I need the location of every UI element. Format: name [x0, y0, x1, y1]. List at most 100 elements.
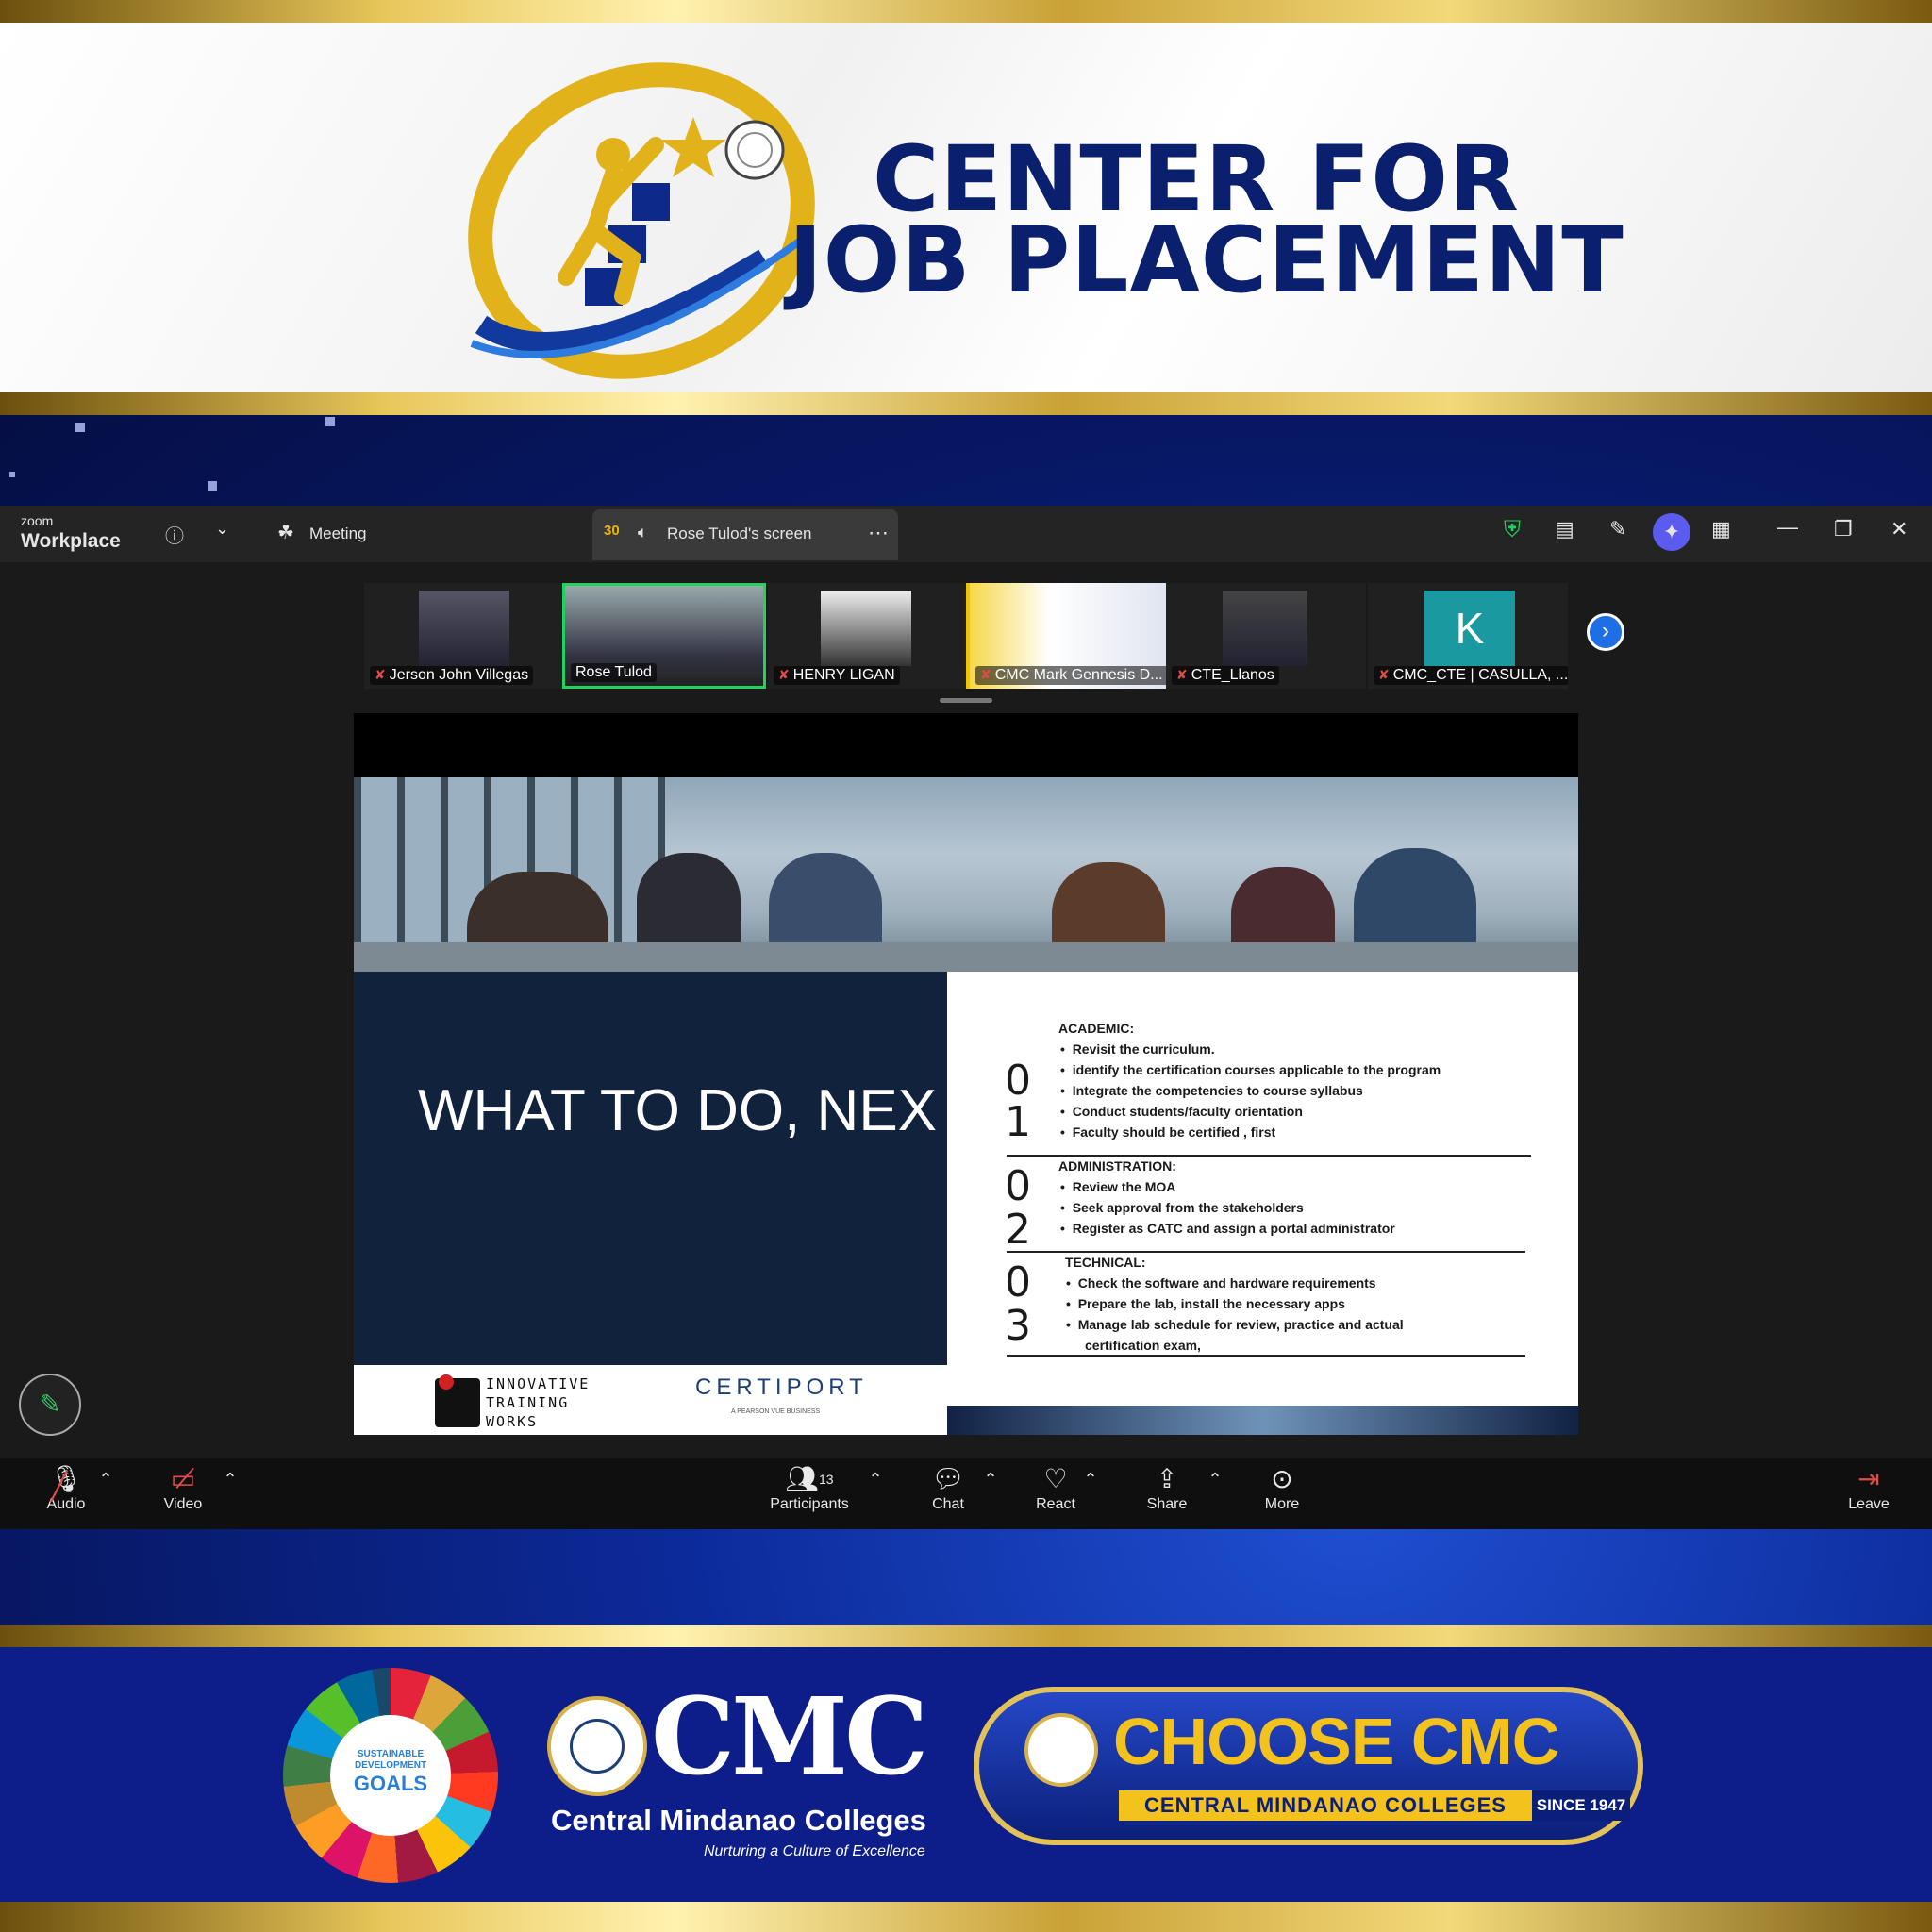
cmc-full-name: Central Mindanao Colleges	[551, 1804, 926, 1837]
mic-muted-icon: ✘	[778, 667, 790, 682]
screen-tab-label: Rose Tulod's screen	[667, 525, 812, 542]
participant-tile[interactable]: ✘ CTE_Llanos	[1166, 583, 1366, 689]
more-button[interactable]: ⊙ More	[1258, 1458, 1306, 1529]
chat-button[interactable]: 💬︎ Chat	[924, 1458, 972, 1529]
choose-cmc-text: CHOOSE CMC	[1113, 1705, 1559, 1778]
cmc-tagline: Nurturing a Culture of Excellence	[704, 1843, 925, 1859]
mic-muted-icon: ✘	[980, 667, 991, 682]
participant-tile[interactable]: ✘ CMC Mark Gennesis D...	[966, 583, 1166, 689]
apps-icon[interactable]: ▦	[1711, 517, 1731, 541]
participant-name: ✘ CTE_Llanos	[1172, 666, 1279, 685]
participant-name: ✘ CMC Mark Gennesis D...	[975, 666, 1166, 685]
header-title-line2: JOB PLACEMENT	[789, 208, 1624, 313]
react-button[interactable]: ♡ React	[1032, 1458, 1079, 1529]
chat-options-chevron-icon[interactable]: ⌃	[981, 1458, 1000, 1529]
section-number-bottom: 3	[1005, 1302, 1031, 1350]
meeting-toolbar: 🎙︎ ╱ Audio ⌃ ▭̸ Video ⌃ 👥︎13 Participants…	[0, 1458, 1932, 1529]
chat-icon: 💬︎	[931, 1464, 965, 1493]
job-placement-logo	[453, 42, 830, 391]
shield-icon[interactable]: ⛨	[1504, 517, 1521, 543]
sparkle-decoration	[208, 481, 217, 491]
section-number-bottom: 1	[1005, 1098, 1031, 1146]
video-button[interactable]: ▭̸ Video	[155, 1458, 211, 1529]
section-number-top: 0	[1005, 1162, 1031, 1210]
bullet-item: • Conduct students/faculty orientation	[1060, 1104, 1303, 1119]
gold-border-footer	[0, 1625, 1932, 1647]
slide-title: WHAT TO DO, NEX	[418, 1078, 938, 1143]
itw-logo-text: INNOVATIVE TRAINING WORKS	[486, 1375, 591, 1430]
bullet-item: • Revisit the curriculum.	[1060, 1041, 1215, 1057]
share-options-chevron-icon[interactable]: ⌃	[1206, 1458, 1224, 1529]
audio-button[interactable]: 🎙︎ ╱ Audio	[38, 1458, 94, 1529]
screen-share-tab[interactable]: 30 🔈︎ Rose Tulod's screen ⋯	[592, 509, 898, 560]
cmc-seal-inner	[570, 1719, 625, 1774]
slide-footer-bar	[947, 1406, 1578, 1435]
bullet-item: • Seek approval from the stakeholders	[1060, 1200, 1304, 1215]
slide-header-photo	[354, 777, 1578, 972]
video-options-chevron-icon[interactable]: ⌃	[221, 1458, 240, 1529]
bullet-item: • Review the MOA	[1060, 1179, 1176, 1194]
info-icon[interactable]: ⓘ	[165, 521, 184, 548]
more-options-icon[interactable]: ⋯	[868, 521, 889, 545]
chevron-down-icon[interactable]: ⌄	[215, 519, 229, 539]
section-divider	[1007, 1355, 1525, 1357]
participant-tile[interactable]: ✘ Jerson John Villegas	[364, 583, 564, 689]
react-options-chevron-icon[interactable]: ⌃	[1081, 1458, 1100, 1529]
bullet-item: • Faculty should be certified , first	[1060, 1124, 1276, 1140]
participant-tile[interactable]: K ✘ CMC_CTE | CASULLA, ...	[1368, 583, 1568, 689]
mic-muted-icon: ✘	[375, 667, 386, 682]
choose-cmc-badge: CHOOSE CMC CENTRAL MINDANAO COLLEGES SIN…	[974, 1687, 1643, 1845]
participant-tile[interactable]: ✘ HENRY LIGAN	[768, 583, 968, 689]
sparkle-decoration	[325, 417, 335, 426]
next-page-icon[interactable]: ›	[1587, 613, 1624, 651]
meeting-icon: ☘	[277, 523, 294, 543]
section-divider	[1007, 1251, 1525, 1253]
certiport-subtitle: A PEARSON VUE BUSINESS	[731, 1408, 821, 1415]
participants-button[interactable]: 👥︎13 Participants	[762, 1458, 857, 1529]
participants-options-chevron-icon[interactable]: ⌃	[866, 1458, 885, 1529]
participant-name: ✘ CMC_CTE | CASULLA, ...	[1374, 666, 1568, 685]
itw-logo-dot	[439, 1374, 454, 1390]
pencil-icon[interactable]: ✎	[1609, 517, 1626, 541]
participant-name: ✘ Jerson John Villegas	[370, 666, 534, 685]
resize-handle[interactable]	[940, 698, 992, 703]
speaker-icon: 🔈︎	[638, 523, 648, 541]
leave-button[interactable]: ⇥ Leave	[1845, 1458, 1892, 1529]
sparkle-decoration	[9, 472, 15, 477]
close-icon[interactable]: ✕	[1890, 517, 1907, 541]
participants-count: 13	[818, 1472, 834, 1487]
mic-muted-icon: ✘	[1378, 667, 1390, 682]
notes-icon[interactable]: ▤	[1555, 517, 1574, 541]
heart-icon: ♡	[1043, 1464, 1068, 1493]
participant-name: ✘ HENRY LIGAN	[774, 666, 900, 685]
participant-tile-active[interactable]: Rose Tulod	[562, 583, 766, 689]
section-number-bottom: 2	[1005, 1206, 1031, 1254]
meeting-label[interactable]: Meeting	[309, 525, 366, 543]
participant-photo	[1223, 591, 1307, 666]
bullet-item: • identify the certification courses app…	[1060, 1062, 1441, 1077]
bullet-item: • Register as CATC and assign a portal a…	[1060, 1221, 1395, 1236]
zoom-title-bar: zoom Workplace ⓘ ⌄ ☘ Meeting 30 🔈︎ Rose …	[0, 506, 1932, 562]
slide-title-panel	[354, 972, 947, 1365]
gold-border-bottom	[0, 1902, 1932, 1932]
restore-icon[interactable]: ❐	[1834, 517, 1853, 541]
mic-muted-icon: ✘	[1176, 667, 1188, 682]
annotate-pencil-icon[interactable]: ✎	[19, 1374, 81, 1436]
audio-options-chevron-icon[interactable]: ⌃	[96, 1458, 115, 1529]
desk	[354, 942, 1578, 972]
ai-companion-icon[interactable]: ✦	[1653, 513, 1690, 551]
share-button[interactable]: ⇪ Share	[1143, 1458, 1191, 1529]
sparkle-decoration	[75, 423, 85, 432]
zoom-brand-small: zoom	[21, 513, 54, 528]
choose-cmc-subtitle: CENTRAL MINDANAO COLLEGES	[1119, 1790, 1532, 1821]
zoom-window: zoom Workplace ⓘ ⌄ ☘ Meeting 30 🔈︎ Rose …	[0, 506, 1932, 1529]
gold-border-top	[0, 0, 1932, 23]
since-badge: SINCE 1947	[1532, 1790, 1630, 1821]
video-off-icon: ▭̸	[170, 1464, 196, 1493]
choose-cmc-seal	[1024, 1713, 1098, 1787]
itw-logo-mark	[435, 1374, 480, 1427]
minimize-icon[interactable]: —	[1777, 515, 1798, 540]
certiport-logo: CERTIPORT	[695, 1374, 868, 1400]
anniversary-icon: 30	[604, 523, 620, 539]
bullet-item: • Prepare the lab, install the necessary…	[1066, 1296, 1345, 1311]
